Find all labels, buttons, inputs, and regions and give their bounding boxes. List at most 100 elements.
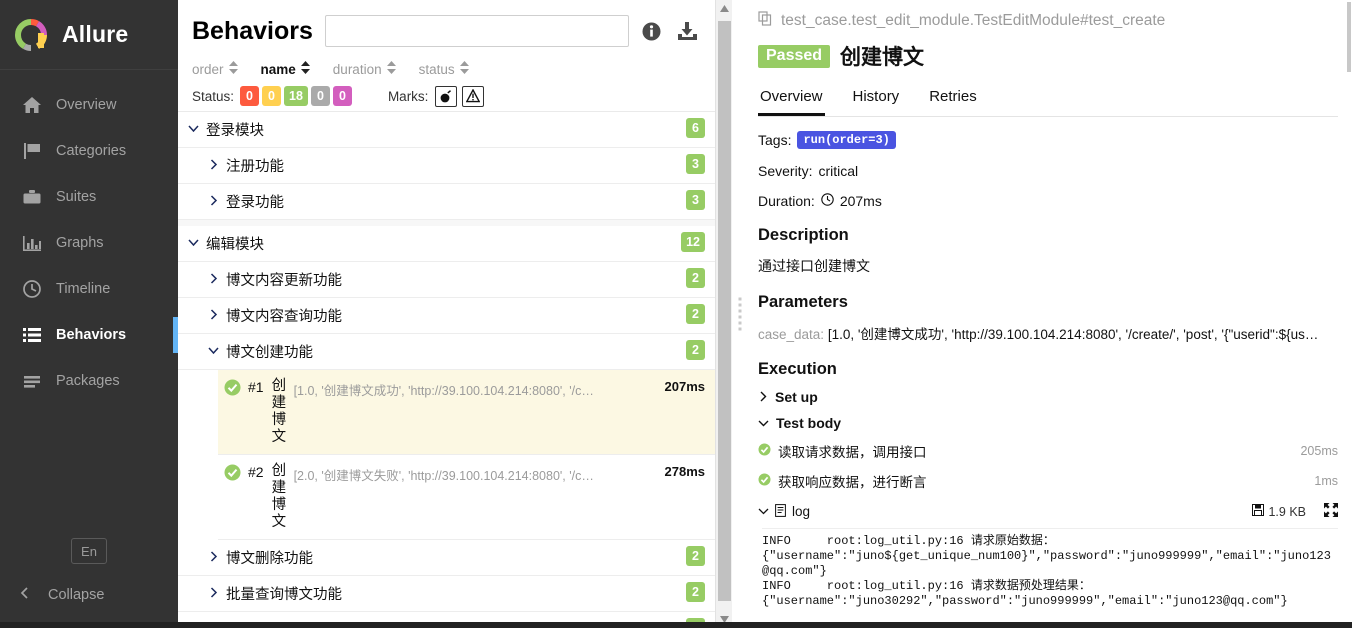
sort-arrows-icon xyxy=(459,61,469,77)
tree-row-count: 2 xyxy=(686,546,705,566)
testbody-section-toggle[interactable]: Test body xyxy=(758,415,1338,431)
sort-arrows-icon xyxy=(386,61,396,77)
search-input[interactable] xyxy=(324,15,629,47)
download-icon[interactable] xyxy=(676,21,699,42)
brand[interactable]: Allure xyxy=(0,0,178,70)
chevron-right-icon xyxy=(758,389,768,405)
sort-arrows-icon xyxy=(228,61,238,77)
test-duration: 207ms xyxy=(664,379,705,394)
detail-scrollbar[interactable] xyxy=(1346,0,1352,628)
sidebar-item-overview[interactable]: Overview xyxy=(0,82,178,128)
tree-row[interactable]: 登录功能 3 xyxy=(178,184,715,220)
tree-row-label: 编辑模块 xyxy=(206,237,264,253)
sidebar-item-categories[interactable]: Categories xyxy=(0,128,178,174)
status-badge: Passed xyxy=(758,44,831,68)
bomb-icon[interactable] xyxy=(435,85,458,107)
sidebar-item-label: Categories xyxy=(56,143,127,159)
status-badge-skipped[interactable]: 0 xyxy=(310,86,330,106)
copy-icon[interactable] xyxy=(758,11,773,31)
scrollbar-thumb[interactable] xyxy=(1347,2,1351,72)
severity-row: Severity: critical xyxy=(758,163,1338,179)
brand-label: Allure xyxy=(62,21,129,47)
tree-row[interactable]: 批量查询博文功能 2 xyxy=(178,576,715,612)
warning-triangle-icon[interactable] xyxy=(462,85,485,107)
sidebar-item-graphs[interactable]: Graphs xyxy=(0,220,178,266)
attachment-row[interactable]: log 1.9 KB xyxy=(758,503,1338,520)
collapse-button[interactable]: Collapse xyxy=(0,586,178,604)
status-passed-icon xyxy=(224,378,244,401)
stack-icon xyxy=(22,371,42,391)
status-passed-icon xyxy=(758,473,771,489)
tree-row[interactable]: 博文内容更新功能 2 xyxy=(178,262,715,298)
sort-controls: order name duration status xyxy=(192,57,701,81)
parameter-value: [1.0, '创建博文成功', 'http://39.100.104.214:8… xyxy=(827,327,1319,342)
sidebar-item-packages[interactable]: Packages xyxy=(0,358,178,404)
tree-row-label: 博文内容查询功能 xyxy=(226,309,342,325)
scrollbar-track[interactable] xyxy=(716,17,733,611)
save-icon[interactable] xyxy=(1252,504,1265,519)
panel-splitter[interactable] xyxy=(732,0,748,628)
step-label: 获取响应数据，进行断言 xyxy=(778,475,927,490)
expand-icon[interactable] xyxy=(1324,503,1338,520)
test-result-row[interactable]: #1 创建博文 [1.0, '创建博文成功', 'http://39.100.1… xyxy=(218,370,715,455)
tree-row-count: 3 xyxy=(686,154,705,174)
severity-value: critical xyxy=(818,163,859,179)
tab-overview[interactable]: Overview xyxy=(758,84,825,116)
sorter-name[interactable]: name xyxy=(261,61,310,77)
parameter-row: case_data: [1.0, '创建博文成功', 'http://39.10… xyxy=(758,323,1338,343)
language-button[interactable]: En xyxy=(71,538,107,564)
status-badge-unknown[interactable]: 0 xyxy=(332,86,352,106)
status-badge-passed[interactable]: 18 xyxy=(284,86,308,106)
severity-label: Severity: xyxy=(758,163,813,179)
clock-icon xyxy=(22,279,42,299)
tab-retries[interactable]: Retries xyxy=(927,84,979,116)
tree-row[interactable]: 登录模块 6 xyxy=(178,112,715,148)
tree-row[interactable]: 编辑模块 12 xyxy=(178,220,715,262)
test-result-row[interactable]: #2 创建博文 [2.0, '创建博文失败', 'http://39.100.1… xyxy=(218,455,715,540)
tree-row-count: 2 xyxy=(686,304,705,324)
status-badge-broken[interactable]: 0 xyxy=(262,86,282,106)
tree-row[interactable]: 注册功能 3 xyxy=(178,148,715,184)
attachment-log-content: INFO root:log_util.py:16 请求原始数据： {"usern… xyxy=(762,528,1338,609)
tag-badge[interactable]: run(order=3) xyxy=(797,131,896,149)
tree-row-count: 6 xyxy=(686,118,705,138)
step-row[interactable]: 读取请求数据，调用接口 205ms xyxy=(758,441,1338,461)
status-badge-failed[interactable]: 0 xyxy=(240,86,260,106)
description-heading: Description xyxy=(758,226,849,244)
chevron-down-icon xyxy=(208,334,224,361)
sidebar-item-label: Timeline xyxy=(56,281,111,297)
sidebar-item-suites[interactable]: Suites xyxy=(0,174,178,220)
scrollbar-thumb[interactable] xyxy=(717,21,731,601)
bottom-bar xyxy=(0,622,1352,628)
tree-row-label: 博文创建功能 xyxy=(226,345,313,361)
tab-history[interactable]: History xyxy=(851,84,902,116)
sorter-order[interactable]: order xyxy=(192,61,238,77)
page-title: Behaviors xyxy=(192,16,313,45)
breadcrumb[interactable]: test_case.test_edit_module.TestEditModul… xyxy=(758,8,1338,34)
scroll-up-arrow-icon[interactable] xyxy=(716,0,733,17)
tree-scrollbar[interactable] xyxy=(715,0,732,628)
tree-row[interactable]: 博文删除功能 2 xyxy=(178,540,715,576)
tree-row-label: 批量查询博文功能 xyxy=(226,587,342,603)
tree-row[interactable]: 博文创建功能 2 xyxy=(178,334,715,370)
test-parameters: [2.0, '创建博文失败', 'http://39.100.104.214:8… xyxy=(293,469,594,483)
parameter-key: case_data: xyxy=(758,327,825,342)
sidebar-item-timeline[interactable]: Timeline xyxy=(0,266,178,312)
briefcase-icon xyxy=(22,187,42,207)
test-parameters: [1.0, '创建博文成功', 'http://39.100.104.214:8… xyxy=(293,384,594,398)
chevron-right-icon xyxy=(208,262,224,289)
chevron-left-icon xyxy=(18,586,32,604)
setup-section-toggle[interactable]: Set up xyxy=(758,389,1338,405)
step-duration: 1ms xyxy=(1314,474,1338,488)
sidebar: Allure Overview Categories Suites Graphs… xyxy=(0,0,178,628)
grip-handle-icon xyxy=(738,297,742,331)
clock-icon xyxy=(821,193,834,209)
info-icon[interactable] xyxy=(641,21,662,42)
sidebar-item-behaviors[interactable]: Behaviors xyxy=(0,312,178,358)
sorter-duration[interactable]: duration xyxy=(333,61,396,77)
sidebar-item-label: Suites xyxy=(56,189,97,205)
sidebar-footer: En Collapse xyxy=(0,538,178,628)
sorter-status[interactable]: status xyxy=(419,61,469,77)
tree-row[interactable]: 博文内容查询功能 2 xyxy=(178,298,715,334)
step-row[interactable]: 获取响应数据，进行断言 1ms xyxy=(758,471,1338,491)
